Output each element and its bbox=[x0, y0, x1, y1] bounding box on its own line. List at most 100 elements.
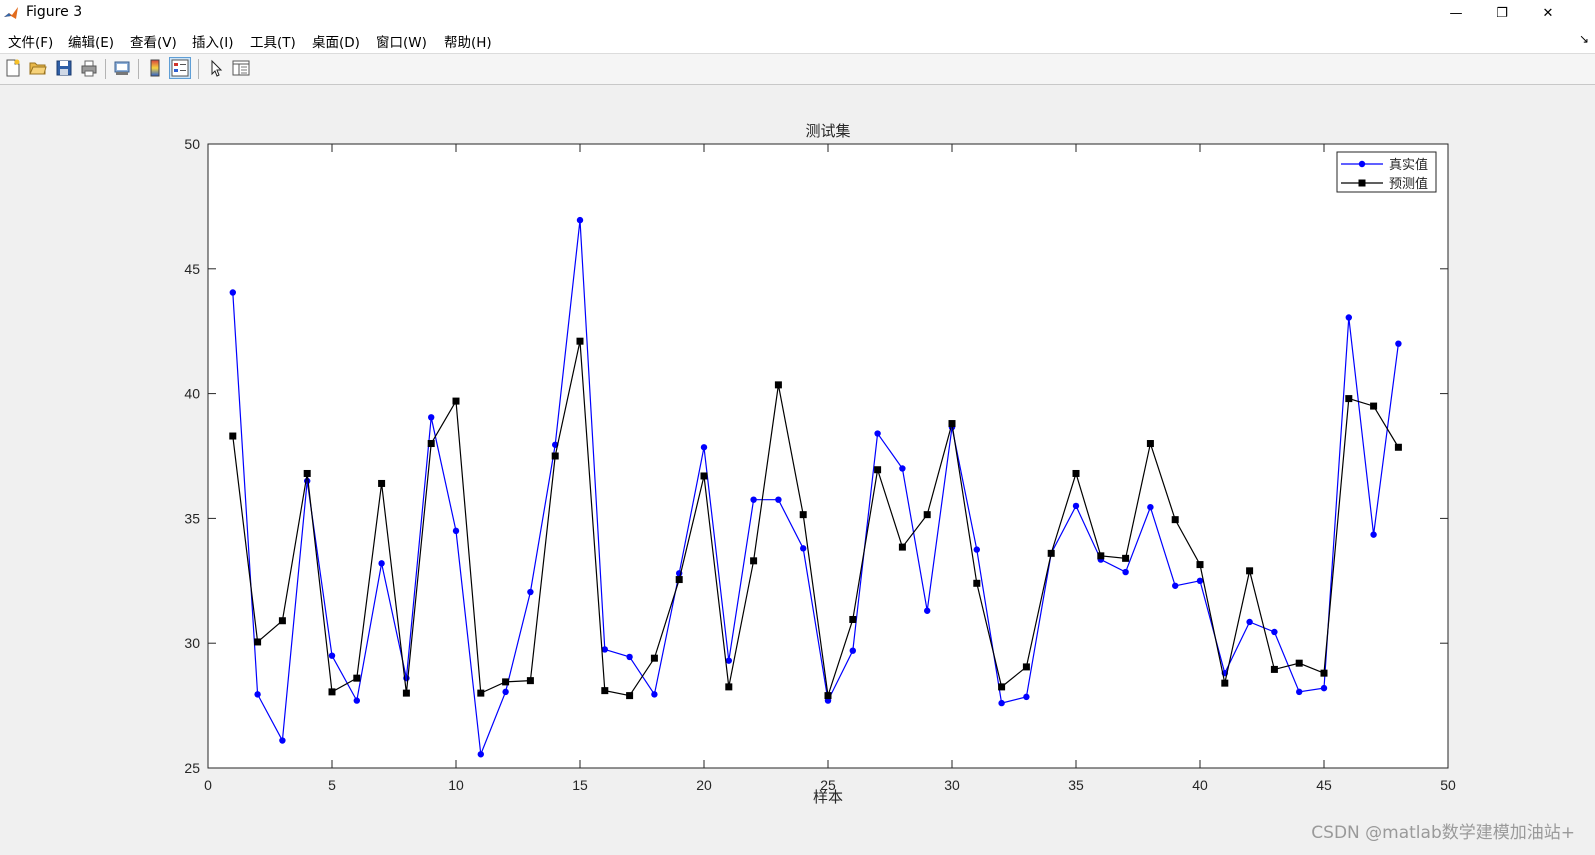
data-point bbox=[899, 465, 906, 472]
menu-desktop[interactable]: 桌面(D) bbox=[312, 31, 360, 51]
legend-icon bbox=[171, 59, 189, 77]
data-point bbox=[1196, 577, 1204, 584]
data-point bbox=[874, 430, 881, 437]
y-tick-label: 45 bbox=[184, 261, 200, 277]
data-point bbox=[874, 466, 882, 474]
menu-tools[interactable]: 工具(T) bbox=[250, 31, 296, 51]
data-point bbox=[254, 691, 261, 698]
data-point bbox=[675, 576, 683, 584]
data-point bbox=[898, 543, 906, 551]
menu-file[interactable]: 文件(F) bbox=[8, 31, 53, 51]
data-point bbox=[1345, 395, 1353, 403]
data-point bbox=[378, 479, 386, 487]
data-point bbox=[229, 432, 237, 440]
toolbar bbox=[0, 54, 1595, 85]
menu-help[interactable]: 帮助(H) bbox=[444, 31, 492, 51]
pointer-icon bbox=[211, 59, 223, 77]
data-point bbox=[1122, 568, 1129, 576]
data-point bbox=[1221, 679, 1229, 687]
data-point bbox=[626, 653, 633, 661]
data-point bbox=[750, 496, 757, 503]
legend-label: 真实值 bbox=[1389, 157, 1428, 172]
data-point bbox=[1097, 552, 1105, 560]
minimize-icon: — bbox=[1449, 5, 1463, 21]
x-axis-label: 样本 bbox=[813, 789, 843, 806]
y-tick-label: 25 bbox=[184, 760, 200, 776]
data-point bbox=[328, 688, 336, 696]
data-point bbox=[774, 381, 782, 389]
data-point bbox=[601, 687, 609, 695]
data-point bbox=[651, 691, 658, 698]
save-button[interactable] bbox=[53, 57, 75, 79]
x-tick-label: 5 bbox=[328, 777, 336, 793]
data-point bbox=[526, 677, 534, 685]
minimize-button[interactable]: — bbox=[1433, 0, 1479, 26]
data-point bbox=[1172, 582, 1179, 589]
menu-window[interactable]: 窗口(W) bbox=[376, 31, 427, 51]
data-point bbox=[402, 689, 410, 697]
chart-title: 测试集 bbox=[805, 123, 850, 140]
data-point bbox=[1394, 443, 1402, 451]
print-icon bbox=[81, 60, 97, 77]
data-point bbox=[973, 546, 980, 553]
data-point bbox=[1320, 669, 1328, 677]
data-point bbox=[1122, 554, 1130, 562]
colorbar-button[interactable] bbox=[144, 57, 166, 79]
edit-plot-button[interactable] bbox=[205, 57, 227, 79]
data-point bbox=[626, 692, 634, 700]
x-tick-label: 40 bbox=[1192, 777, 1208, 793]
menu-view[interactable]: 查看(V) bbox=[130, 31, 177, 51]
line-chart[interactable]: 0 5 10 15 20 25 30 35 40 45 50253035404550 测试集 样本 … bbox=[0, 85, 1595, 851]
x-tick-label: 15 bbox=[572, 777, 588, 793]
print-button[interactable] bbox=[78, 57, 100, 79]
toolbar-separator bbox=[105, 59, 106, 79]
data-point bbox=[1047, 549, 1055, 557]
data-point bbox=[427, 440, 435, 448]
data-point bbox=[353, 674, 361, 682]
x-tick-label: 35 bbox=[1068, 777, 1084, 793]
data-point bbox=[328, 652, 336, 659]
close-button[interactable]: ✕ bbox=[1525, 0, 1571, 26]
menu-insert[interactable]: 插入(I) bbox=[192, 31, 234, 51]
legend-button[interactable] bbox=[169, 57, 191, 79]
x-tick-label: 0 bbox=[204, 777, 212, 793]
data-point bbox=[502, 678, 510, 686]
data-point bbox=[428, 414, 435, 421]
legend-marker bbox=[1358, 179, 1366, 187]
legend[interactable]: 真实值预测值 bbox=[1336, 151, 1437, 193]
data-point bbox=[1295, 659, 1303, 667]
colorbar-icon bbox=[150, 59, 160, 77]
data-point bbox=[1370, 402, 1378, 410]
new-figure-button[interactable] bbox=[2, 57, 24, 79]
menu-edit[interactable]: 编辑(E) bbox=[68, 31, 114, 51]
open-file-button[interactable] bbox=[27, 57, 49, 79]
data-point bbox=[527, 588, 534, 596]
data-point bbox=[998, 699, 1005, 707]
data-point bbox=[924, 607, 931, 614]
property-inspector-button[interactable] bbox=[230, 57, 252, 79]
print-preview-icon bbox=[114, 61, 130, 75]
figure-canvas[interactable]: 0 5 10 15 20 25 30 35 40 45 50 25 30 35 40 45 50 测试集 样本 … bbox=[0, 85, 1595, 851]
data-point bbox=[1171, 516, 1179, 524]
data-point bbox=[849, 647, 856, 654]
toolbar-separator bbox=[198, 59, 199, 79]
data-point bbox=[452, 397, 460, 405]
print-preview-button[interactable] bbox=[111, 57, 133, 79]
restore-button[interactable]: ❐ bbox=[1479, 0, 1525, 26]
data-point bbox=[1296, 688, 1303, 696]
data-point bbox=[1395, 340, 1402, 347]
data-point bbox=[278, 617, 286, 625]
data-point bbox=[1246, 618, 1253, 626]
data-point bbox=[551, 452, 559, 460]
data-point bbox=[1146, 440, 1154, 448]
toolbar-separator bbox=[138, 59, 139, 79]
data-point bbox=[1370, 531, 1377, 538]
data-point bbox=[750, 557, 758, 565]
data-point bbox=[824, 692, 832, 700]
restore-icon: ❐ bbox=[1496, 5, 1508, 21]
data-point bbox=[254, 638, 262, 646]
watermark: CSDN @matlab数学建模加油站+ bbox=[1311, 823, 1575, 843]
data-point bbox=[576, 216, 584, 224]
data-point bbox=[1023, 693, 1030, 701]
dock-arrow-icon[interactable]: ↘ bbox=[1579, 32, 1589, 46]
